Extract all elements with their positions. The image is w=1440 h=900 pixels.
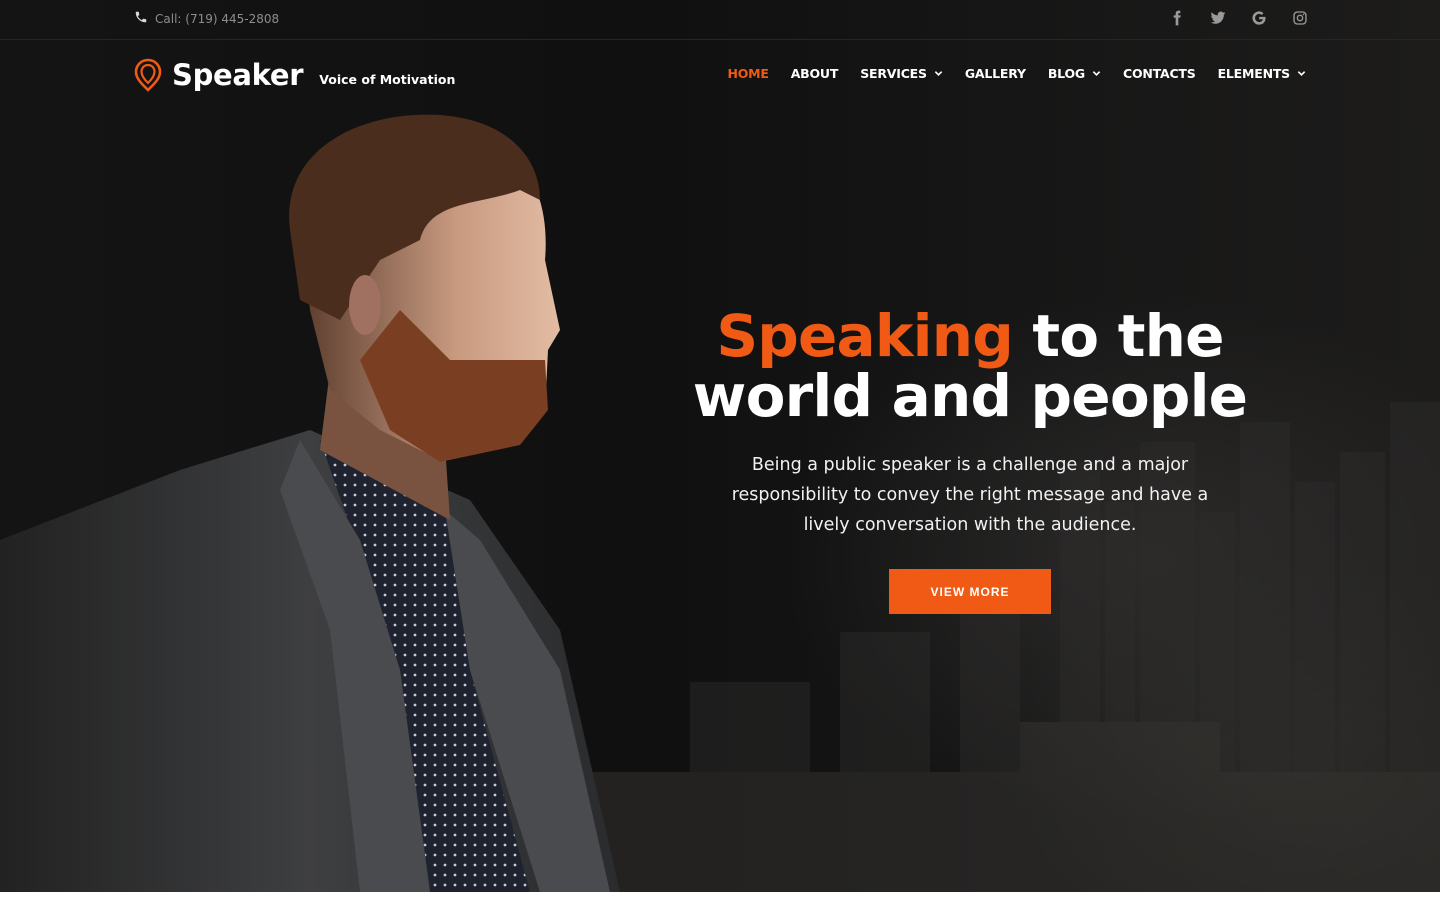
site-logo[interactable]: Speaker Voice of Motivation bbox=[134, 58, 455, 92]
nav-gallery[interactable]: GALLERY bbox=[965, 66, 1026, 81]
social-links bbox=[1168, 9, 1308, 26]
nav-services[interactable]: SERVICES bbox=[860, 66, 943, 81]
headline-text: to the bbox=[1012, 302, 1224, 370]
phone-icon bbox=[134, 10, 148, 27]
nav-label: SERVICES bbox=[860, 66, 927, 81]
facebook-icon[interactable] bbox=[1168, 9, 1185, 26]
twitter-icon[interactable] bbox=[1209, 9, 1226, 26]
nav-label: ABOUT bbox=[790, 66, 839, 81]
nav-blog[interactable]: BLOG bbox=[1048, 66, 1101, 81]
nav-label: CONTACTS bbox=[1122, 66, 1196, 81]
nav-home[interactable]: HOME bbox=[727, 66, 768, 81]
brand-name: Speaker bbox=[172, 58, 304, 92]
nav-label: GALLERY bbox=[964, 66, 1026, 81]
top-bar: Call: (719) 445-2808 bbox=[0, 0, 1440, 40]
instagram-icon[interactable] bbox=[1291, 9, 1308, 26]
chevron-down-icon bbox=[934, 71, 943, 76]
nav-label: HOME bbox=[727, 66, 769, 81]
view-more-button[interactable]: VIEW MORE bbox=[889, 569, 1051, 614]
headline-text-line-2: world and people bbox=[692, 362, 1248, 430]
nav-label: BLOG bbox=[1047, 66, 1085, 81]
chevron-down-icon bbox=[1297, 71, 1306, 76]
hero-section: Call: (719) 445-2808 Speaker Voice of Mo… bbox=[0, 0, 1440, 892]
brand-tagline: Voice of Motivation bbox=[319, 71, 456, 87]
hero-lead-text: Being a public speaker is a challenge an… bbox=[731, 455, 1209, 535]
nav-elements[interactable]: ELEMENTS bbox=[1218, 66, 1306, 81]
nav-about[interactable]: ABOUT bbox=[791, 66, 839, 81]
google-icon[interactable] bbox=[1250, 9, 1267, 26]
nav-contacts[interactable]: CONTACTS bbox=[1123, 66, 1196, 81]
chevron-down-icon bbox=[1092, 71, 1101, 76]
main-navigation: HOME ABOUT SERVICES GALLERY BLOG CONTACT… bbox=[727, 66, 1306, 81]
hero-headline: Speaking to the world and people bbox=[660, 306, 1280, 426]
speaker-portrait bbox=[0, 114, 620, 892]
headline-accent: Speaking bbox=[716, 302, 1013, 370]
nav-label: ELEMENTS bbox=[1217, 66, 1291, 81]
location-pin-logo-icon bbox=[134, 58, 162, 92]
phone-number: Call: (719) 445-2808 bbox=[155, 11, 280, 26]
phone-contact[interactable]: Call: (719) 445-2808 bbox=[134, 10, 279, 27]
